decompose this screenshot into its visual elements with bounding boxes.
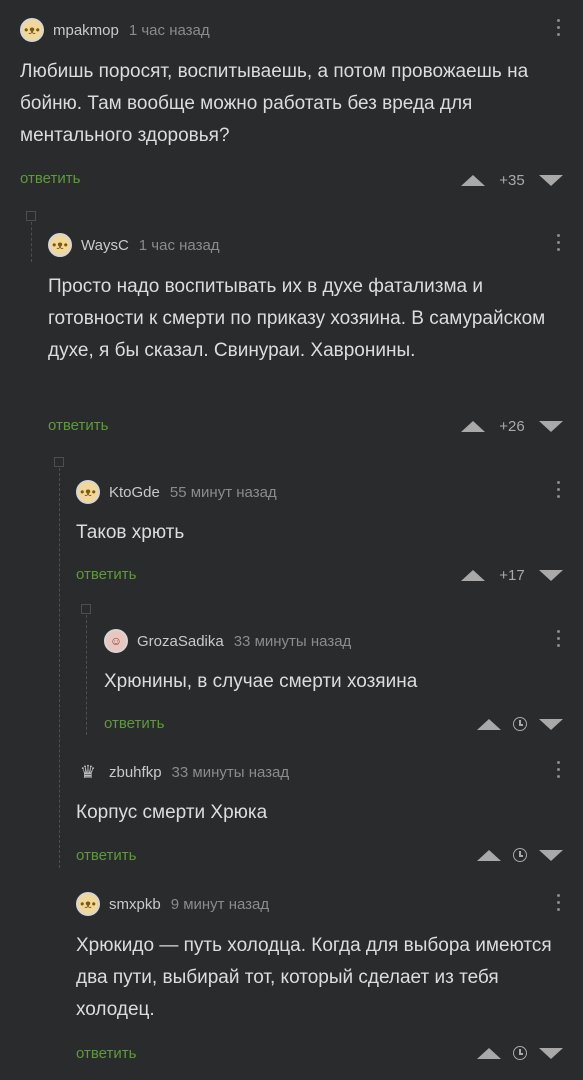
upvote-icon[interactable] <box>477 1047 501 1059</box>
collapse-thread-2[interactable] <box>54 457 64 467</box>
more-options-icon[interactable] <box>557 630 561 647</box>
username[interactable]: WaysC <box>81 237 129 254</box>
clock-icon <box>513 848 527 862</box>
username[interactable]: GrozaSadika <box>137 633 224 650</box>
upvote-icon[interactable] <box>477 718 501 730</box>
username[interactable]: KtoGde <box>109 484 160 501</box>
thread-line-2 <box>59 468 60 868</box>
more-options-icon[interactable] <box>557 761 561 778</box>
timestamp: 1 час назад <box>138 236 220 254</box>
downvote-icon[interactable] <box>539 1047 563 1059</box>
username[interactable]: smxpkb <box>109 896 161 913</box>
downvote-icon[interactable] <box>539 849 563 861</box>
more-options-icon[interactable] <box>557 19 561 36</box>
upvote-icon[interactable] <box>461 174 485 186</box>
downvote-icon[interactable] <box>539 569 563 581</box>
clock-icon <box>513 1046 527 1060</box>
reply-link[interactable]: ответить <box>76 847 136 864</box>
bunny-avatar-icon[interactable]: •ᴥ• <box>20 18 44 42</box>
downvote-icon[interactable] <box>539 718 563 730</box>
comment-text: Любишь поросят, воспитываешь, а потом пр… <box>20 61 529 146</box>
timestamp: 33 минуты назад <box>171 763 290 781</box>
bunny-avatar-icon[interactable]: •ᴥ• <box>76 892 100 916</box>
reply-link[interactable]: ответить <box>104 715 164 732</box>
username[interactable]: zbuhfkp <box>109 764 162 781</box>
upvote-icon[interactable] <box>461 569 485 581</box>
reply-link[interactable]: ответить <box>20 170 80 187</box>
timestamp: 55 минут назад <box>169 483 277 501</box>
comment-text: Хрюнины, в случае смерти хозяина <box>104 671 418 692</box>
score: +35 <box>499 171 525 189</box>
upvote-icon[interactable] <box>461 420 485 432</box>
reply-link[interactable]: ответить <box>48 417 108 434</box>
comment-text: Таков хрють <box>76 522 185 543</box>
comment-text: Просто надо воспитывать их в духе фатали… <box>48 276 546 361</box>
reply-link[interactable]: ответить <box>76 566 136 583</box>
timestamp: 1 час назад <box>128 21 210 39</box>
clock-icon <box>513 717 527 731</box>
bunny-avatar-icon[interactable]: •ᴥ• <box>76 480 100 504</box>
thread-line-1 <box>31 222 32 262</box>
photo-avatar-icon[interactable]: ☺ <box>104 629 128 653</box>
more-options-icon[interactable] <box>557 234 561 251</box>
collapse-thread-3[interactable] <box>81 604 91 614</box>
downvote-icon[interactable] <box>539 174 563 186</box>
collapse-thread-1[interactable] <box>26 211 36 221</box>
bunny-avatar-icon[interactable]: •ᴥ• <box>48 233 72 257</box>
score: +17 <box>499 566 525 584</box>
emblem-avatar-icon[interactable]: ♛ <box>76 760 100 784</box>
comment-text: Корпус смерти Хрюка <box>76 802 268 823</box>
timestamp: 9 минут назад <box>170 895 270 913</box>
username[interactable]: mpakmop <box>53 22 119 39</box>
upvote-icon[interactable] <box>477 849 501 861</box>
comment-text: Хрюкидо — путь холодца. Когда для выбора… <box>76 935 552 1020</box>
score: +26 <box>499 417 525 435</box>
reply-link[interactable]: ответить <box>76 1045 136 1062</box>
more-options-icon[interactable] <box>557 894 561 911</box>
thread-line-3 <box>86 615 87 735</box>
timestamp: 33 минуты назад <box>233 632 352 650</box>
downvote-icon[interactable] <box>539 420 563 432</box>
more-options-icon[interactable] <box>557 481 561 498</box>
